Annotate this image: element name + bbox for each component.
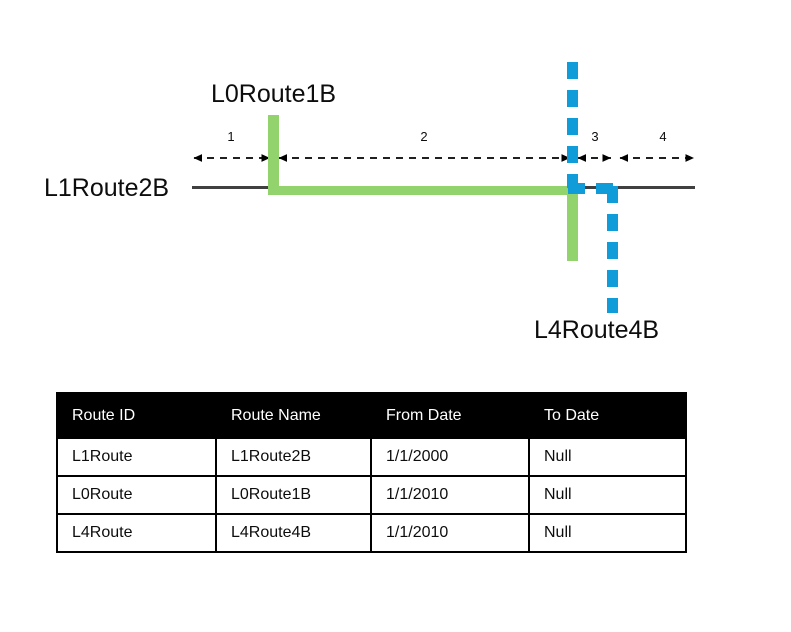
cell-route-name: L4Route4B	[215, 513, 372, 553]
segment-number-3: 3	[591, 129, 599, 144]
table-row: L1Route L1Route2B 1/1/2000 Null	[56, 437, 687, 477]
segment-number-2: 2	[420, 129, 428, 144]
green-horizontal	[268, 186, 578, 195]
green-vertical-start	[268, 115, 279, 192]
table-header-row: Route ID Route Name From Date To Date	[56, 392, 687, 439]
column-header-route-id: Route ID	[56, 392, 217, 439]
cell-from-date: 1/1/2000	[370, 437, 530, 477]
cell-to-date: Null	[528, 513, 687, 553]
table-row: L0Route L0Route1B 1/1/2010 Null	[56, 475, 687, 515]
cell-from-date: 1/1/2010	[370, 513, 530, 553]
column-header-to-date: To Date	[528, 392, 687, 439]
route-timeline-diagram: 1 2 3 4 L0Route1B L1Route2B L4Route4B	[0, 0, 791, 370]
cell-to-date: Null	[528, 475, 687, 515]
route-table: Route ID Route Name From Date To Date L1…	[56, 392, 687, 553]
label-top-route: L0Route1B	[211, 80, 337, 108]
segment-number-1: 1	[227, 129, 235, 144]
cell-to-date: Null	[528, 437, 687, 477]
label-branch-route: L4Route4B	[534, 316, 660, 344]
cell-route-name: L1Route2B	[215, 437, 372, 477]
label-base-route: L1Route2B	[44, 174, 170, 202]
table-row: L4Route L4Route4B 1/1/2010 Null	[56, 513, 687, 553]
cell-from-date: 1/1/2010	[370, 475, 530, 515]
column-header-from-date: From Date	[370, 392, 530, 439]
segment-number-4: 4	[659, 129, 667, 144]
cell-route-id: L4Route	[56, 513, 217, 553]
green-vertical-end	[567, 186, 578, 261]
cell-route-name: L0Route1B	[215, 475, 372, 515]
cell-route-id: L1Route	[56, 437, 217, 477]
column-header-route-name: Route Name	[215, 392, 372, 439]
cell-route-id: L0Route	[56, 475, 217, 515]
